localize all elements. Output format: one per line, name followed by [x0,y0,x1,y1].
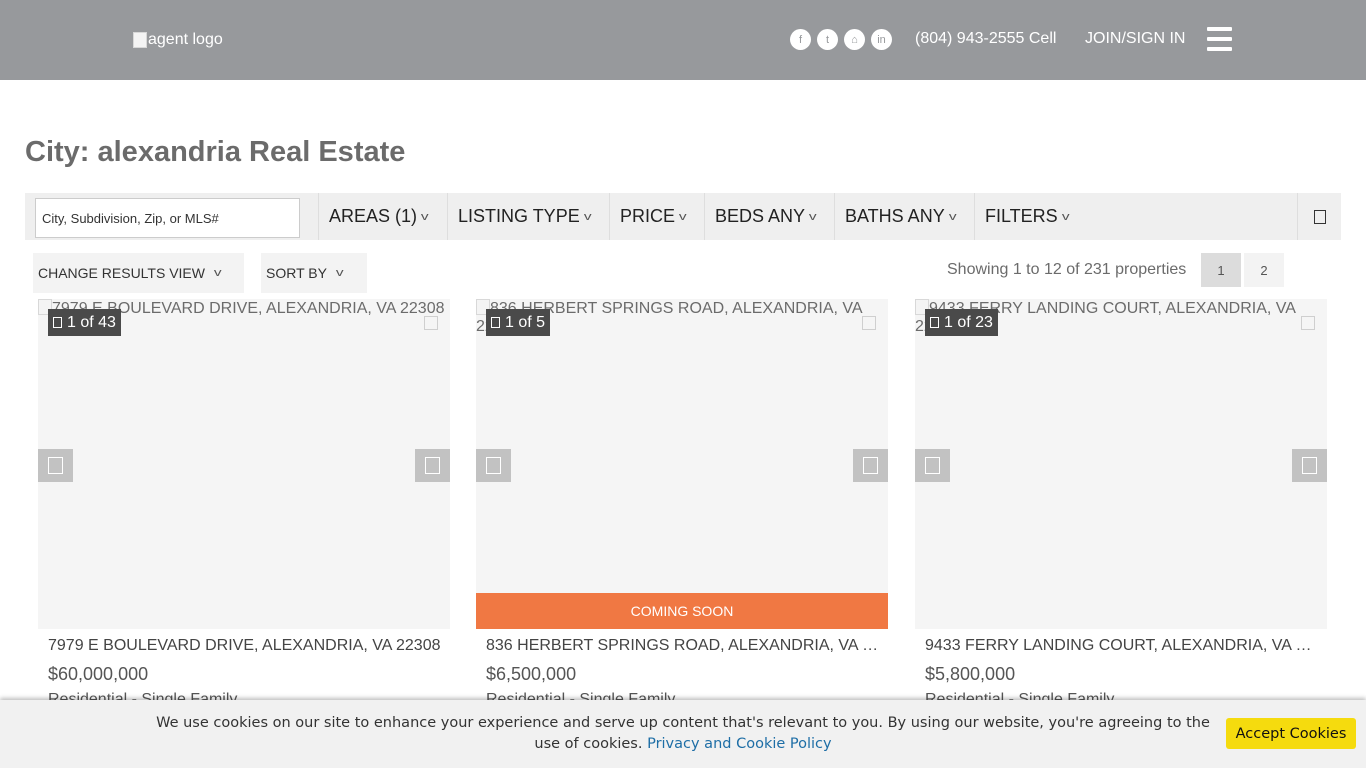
chevron-right-icon [1302,457,1317,474]
camera-icon [491,317,500,328]
cookie-banner: We use cookies on our site to enhance yo… [0,700,1366,768]
page-2-button[interactable]: 2 [1244,253,1284,287]
sort-by-label: SORT BY [266,265,327,281]
beds-filter-label: BEDS ANY [715,206,806,226]
zillow-icon[interactable]: ⌂ [844,29,865,50]
photo-count-badge: 1 of 23 [925,309,998,336]
chevron-left-icon [925,457,940,474]
listing-price: $5,800,000 [925,664,1016,684]
chevron-down-icon: v [1061,210,1070,223]
photo-count: 1 of 23 [944,313,993,331]
price-filter-label: PRICE [620,206,676,226]
prev-photo-button[interactable] [38,449,73,482]
accept-cookies-button[interactable]: Accept Cookies [1226,718,1356,749]
chevron-left-icon [48,457,63,474]
more-filters[interactable]: FILTERS v [974,193,1070,240]
areas-filter[interactable]: AREAS (1) v [318,193,429,240]
prev-photo-button[interactable] [476,449,511,482]
join-signin-link[interactable]: JOIN/SIGN IN [1085,30,1185,48]
agent-logo[interactable]: agent logo [133,31,223,49]
facebook-icon[interactable]: f [790,29,811,50]
price-filter[interactable]: PRICE v [609,193,687,240]
listing-type-filter[interactable]: LISTING TYPE v [447,193,592,240]
favorite-icon[interactable] [862,316,876,330]
results-count: Showing 1 to 12 of 231 properties [947,261,1187,278]
prev-photo-button[interactable] [915,449,950,482]
listing-type-filter-label: LISTING TYPE [458,206,580,226]
baths-filter-label: BATHS ANY [845,206,945,226]
listing-price: $60,000,000 [48,664,149,684]
sort-by-button[interactable]: SORT BY v [261,253,367,293]
photo-count-badge: 1 of 5 [486,309,551,336]
listing-photo[interactable]: 9433 FERRY LANDING COURT, ALEXANDRIA, VA… [915,299,1327,629]
baths-filter[interactable]: BATHS ANY v [834,193,957,240]
next-photo-button[interactable] [853,449,888,482]
chevron-down-icon: v [808,210,817,223]
areas-filter-label: AREAS (1) [329,206,418,226]
listing-card[interactable]: 836 HERBERT SPRINGS ROAD, ALEXANDRIA, VA… [476,299,888,768]
chevron-left-icon [486,457,501,474]
listing-photo[interactable]: 7979 E BOULEVARD DRIVE, ALEXANDRIA, VA 2… [38,299,450,629]
chevron-down-icon: v [420,210,429,223]
listing-address[interactable]: 9433 FERRY LANDING COURT, ALEXANDRIA, VA… [925,637,1320,655]
favorite-icon[interactable] [1301,316,1315,330]
photo-count: 1 of 5 [505,313,546,331]
chevron-down-icon: v [213,267,222,279]
chevron-down-icon: v [583,210,592,223]
favorite-icon[interactable] [424,316,438,330]
beds-filter[interactable]: BEDS ANY v [704,193,817,240]
change-results-view-label: CHANGE RESULTS VIEW [38,265,205,281]
chevron-down-icon: v [335,267,344,279]
filter-bar: AREAS (1)v LISTING TYPEv PRICEv BEDS ANY… [25,193,1341,240]
save-search-icon[interactable] [1297,193,1341,240]
listing-address[interactable]: 836 HERBERT SPRINGS ROAD, ALEXANDRIA, VA… [486,637,881,655]
more-filters-label: FILTERS [985,206,1058,226]
agent-logo-alt: agent logo [148,31,223,48]
next-photo-button[interactable] [415,449,450,482]
page-1-button[interactable]: 1 [1201,253,1241,287]
camera-icon [53,317,62,328]
chevron-down-icon: v [678,210,687,223]
photo-count: 1 of 43 [67,313,116,331]
hamburger-menu-icon[interactable] [1207,27,1232,51]
listing-photo[interactable]: 836 HERBERT SPRINGS ROAD, ALEXANDRIA, VA… [476,299,888,629]
listing-price: $6,500,000 [486,664,577,684]
listing-address[interactable]: 7979 E BOULEVARD DRIVE, ALEXANDRIA, VA 2… [48,637,443,655]
social-links: f t ⌂ in [790,29,892,50]
change-results-view-button[interactable]: CHANGE RESULTS VIEW v [33,253,244,293]
coming-soon-badge: COMING SOON [476,593,888,629]
chevron-down-icon: v [948,210,957,223]
chevron-right-icon [863,457,878,474]
photo-count-badge: 1 of 43 [48,309,121,336]
search-input[interactable] [35,198,300,238]
broken-image-icon [133,32,147,48]
linkedin-icon[interactable]: in [871,29,892,50]
site-header: agent logo f t ⌂ in (804) 943-2555 Cell … [0,0,1366,80]
camera-icon [930,317,939,328]
chevron-right-icon [425,457,440,474]
next-photo-button[interactable] [1292,449,1327,482]
page-title: City: alexandria Real Estate [25,136,406,168]
listing-card[interactable]: 9433 FERRY LANDING COURT, ALEXANDRIA, VA… [915,299,1327,768]
listing-card[interactable]: 7979 E BOULEVARD DRIVE, ALEXANDRIA, VA 2… [38,299,450,768]
privacy-policy-link[interactable]: Privacy and Cookie Policy [647,736,832,752]
phone-link[interactable]: (804) 943-2555 Cell [915,30,1056,48]
twitter-icon[interactable]: t [817,29,838,50]
